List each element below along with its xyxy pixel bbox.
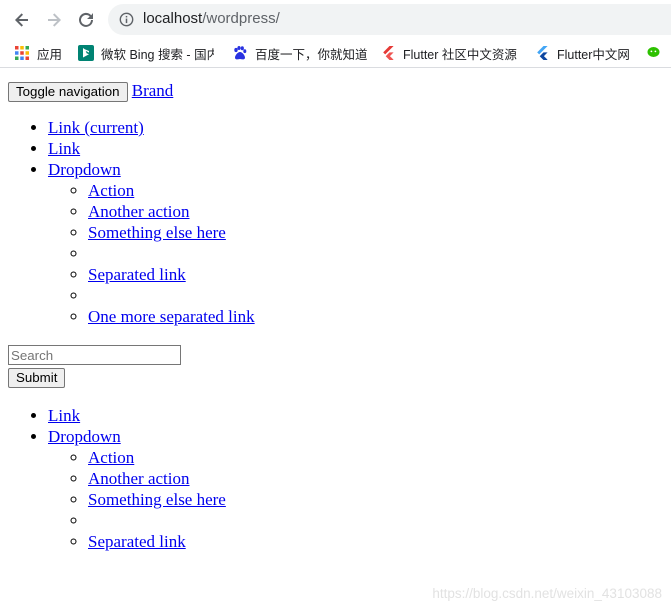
menu-link-another-action[interactable]: Another action xyxy=(88,469,190,488)
menu-link-action[interactable]: Action xyxy=(88,181,134,200)
submit-button[interactable]: Submit xyxy=(8,368,66,388)
wechat-icon xyxy=(647,47,660,57)
brand-link[interactable]: Brand xyxy=(132,81,174,100)
reload-icon xyxy=(79,12,93,27)
primary-nav: Link (current) Link Dropdown Action Anot… xyxy=(8,117,255,327)
bookmark-flutter-community[interactable]: Flutter 社区中文资源 xyxy=(380,44,517,62)
reload-button[interactable] xyxy=(74,8,98,32)
bookmark-bing[interactable]: 微软 Bing 搜索 - 国内 xyxy=(78,44,214,62)
nav-link[interactable]: Link xyxy=(48,406,80,425)
bookmark-label: 微软 Bing 搜索 - 国内 xyxy=(101,47,214,62)
bookmark-label: 百度一下，你就知道 xyxy=(255,47,368,62)
dropdown-item: Separated link xyxy=(88,531,226,552)
forward-button[interactable] xyxy=(42,8,66,32)
dropdown-divider xyxy=(88,510,226,531)
bookmark-label: Flutter 社区中文资源 xyxy=(403,47,517,62)
toggle-navigation-button[interactable]: Toggle navigation xyxy=(8,82,128,103)
nav-link-current[interactable]: Link (current) xyxy=(48,118,144,137)
dropdown-item: Separated link xyxy=(88,264,255,285)
menu-link-one-more-separated[interactable]: One more separated link xyxy=(88,307,255,326)
dropdown-item: Another action xyxy=(88,468,226,489)
menu-link-action[interactable]: Action xyxy=(88,448,134,467)
address-bar[interactable]: localhost/wordpress/ xyxy=(108,4,671,35)
dropdown-item: Action xyxy=(88,447,226,468)
nav-link[interactable]: Link xyxy=(48,139,80,158)
bookmarks-bar: 应用 微软 Bing 搜索 - 国内 百度一下，你就知道 Flutter 社区中… xyxy=(0,38,671,68)
dropdown-divider xyxy=(88,285,255,306)
nav-item: Link (current) xyxy=(48,117,255,138)
bookmark-wechat[interactable] xyxy=(647,44,670,62)
bookmark-label: Flutter中文网 xyxy=(557,47,630,62)
arrow-left-icon xyxy=(15,13,28,27)
dropdown-item: Another action xyxy=(88,201,255,222)
secondary-nav: Link Dropdown Action Another action Some… xyxy=(8,405,226,552)
menu-link-separated[interactable]: Separated link xyxy=(88,532,186,551)
flutter-icon xyxy=(537,46,548,60)
bing-icon xyxy=(78,45,94,61)
menu-link-something-else[interactable]: Something else here xyxy=(88,223,226,242)
menu-link-separated[interactable]: Separated link xyxy=(88,265,186,284)
nav-item-dropdown: Dropdown Action Another action Something… xyxy=(48,426,226,552)
navbar-header: Toggle navigation Brand xyxy=(8,80,174,103)
dropdown-divider xyxy=(88,243,255,264)
dropdown-toggle[interactable]: Dropdown xyxy=(48,160,121,179)
browser-toolbar: localhost/wordpress/ xyxy=(0,0,671,38)
nav-item: Link xyxy=(48,405,226,426)
menu-link-another-action[interactable]: Another action xyxy=(88,202,190,221)
bookmark-flutter-cn[interactable]: Flutter中文网 xyxy=(534,44,630,62)
bookmark-label: 应用 xyxy=(37,47,63,62)
nav-item-dropdown: Dropdown Action Another action Something… xyxy=(48,159,255,327)
baidu-paw-icon xyxy=(234,46,247,60)
dropdown-menu: Action Another action Something else her… xyxy=(48,447,226,552)
dropdown-item: Something else here xyxy=(88,489,226,510)
bookmark-baidu[interactable]: 百度一下，你就知道 xyxy=(232,44,368,62)
url-text: localhost/wordpress/ xyxy=(143,10,280,27)
bookmark-apps[interactable]: 应用 xyxy=(14,44,62,62)
dropdown-item: Something else here xyxy=(88,222,255,243)
nav-item: Link xyxy=(48,138,255,159)
page-content: Toggle navigation Brand Link (current) L… xyxy=(0,69,671,608)
back-button[interactable] xyxy=(10,8,34,32)
url-path: /wordpress/ xyxy=(202,10,280,27)
flutter-icon xyxy=(383,46,394,60)
dropdown-item: One more separated link xyxy=(88,306,255,327)
url-host: localhost xyxy=(143,10,203,27)
dropdown-toggle[interactable]: Dropdown xyxy=(48,427,121,446)
csdn-watermark: https://blog.csdn.net/weixin_43103088 xyxy=(432,586,662,601)
info-icon[interactable] xyxy=(119,12,134,27)
arrow-right-icon xyxy=(48,13,61,27)
dropdown-menu: Action Another action Something else her… xyxy=(48,180,255,327)
apps-grid-icon xyxy=(15,46,29,60)
menu-link-something-else[interactable]: Something else here xyxy=(88,490,226,509)
search-input[interactable] xyxy=(8,345,181,365)
dropdown-item: Action xyxy=(88,180,255,201)
